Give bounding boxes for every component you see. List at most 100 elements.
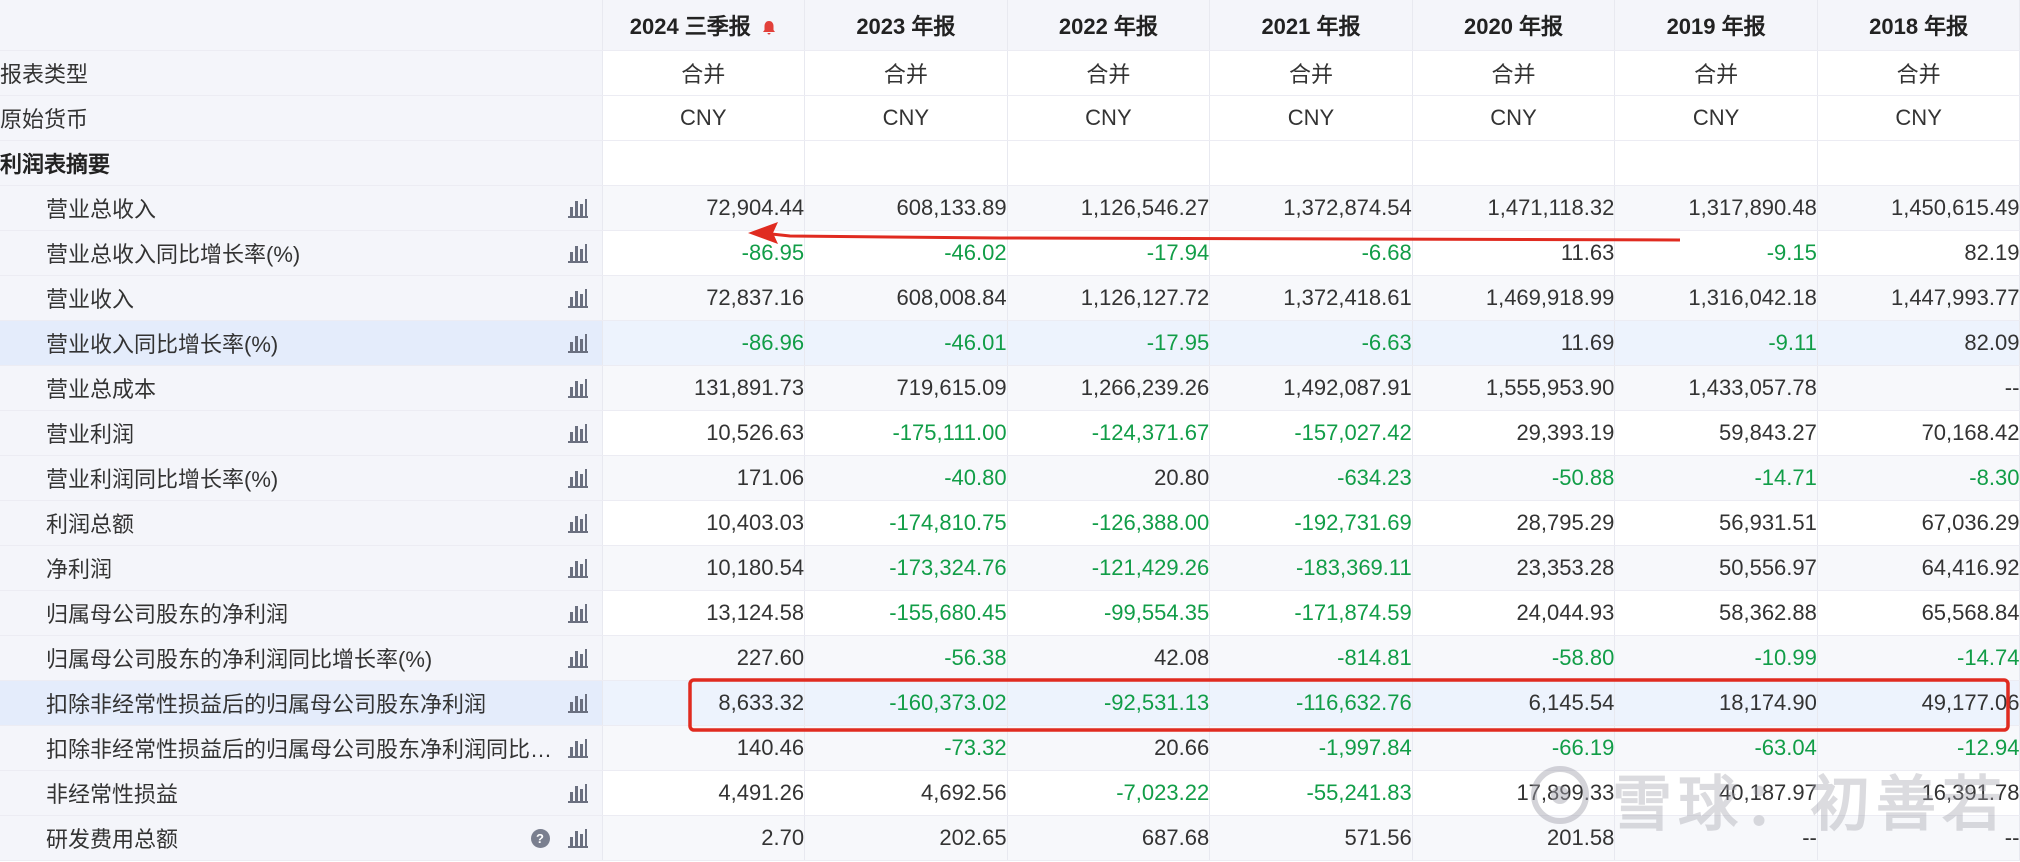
bar-chart-icon[interactable]: [567, 828, 588, 848]
column-header-label: 2018 年报: [1869, 13, 1969, 39]
table-row: 营业总成本 131,891.73 719,615.09 1,266,239.26 1,4…: [0, 365, 2020, 411]
row-label: 营业总收入同比增长率(%): [46, 241, 301, 267]
table-row: 报表类型 合并 合并 合并 合并 合并 合并 合并: [0, 50, 2020, 96]
row-label-cell: 利润总额: [0, 500, 603, 546]
table-row: 营业收入同比增长率(%) -86.96 -46.01 -17.95 -6.63 11.69…: [0, 320, 2020, 366]
value-cell: 67,036.29: [1817, 500, 2020, 546]
column-header[interactable]: 2019 年报: [1614, 0, 1818, 51]
value-cell: -124,371.67: [1007, 410, 1211, 456]
value-cell: -634.23: [1209, 455, 1413, 501]
value-cell: 608,008.84: [804, 275, 1008, 321]
row-label-cell: 研发费用总额?: [0, 815, 603, 861]
row-label-cell: 营业利润同比增长率(%): [0, 455, 603, 501]
row-label: 归属母公司股东的净利润同比增长率(%): [46, 646, 433, 672]
bar-chart-icon[interactable]: [567, 513, 588, 533]
value-cell: 23,353.28: [1412, 545, 1616, 591]
value-cell: 1,447,993.77: [1817, 275, 2020, 321]
column-header[interactable]: 2023 年报: [804, 0, 1008, 51]
column-header[interactable]: 2022 年报: [1007, 0, 1211, 51]
value-cell: -126,388.00: [1007, 500, 1211, 546]
bell-icon[interactable]: [761, 20, 777, 36]
bar-chart-icon[interactable]: [567, 423, 588, 443]
value-cell: 1,450,615.49: [1817, 185, 2020, 231]
bar-chart-icon[interactable]: [567, 243, 588, 263]
value-cell: 13,124.58: [602, 590, 806, 636]
value-cell: 82.09: [1817, 320, 2020, 366]
column-header-label: 2021 年报: [1261, 13, 1361, 39]
table-row: 扣除非经常性损益后的归属母公司股东净利润 8,633.32 -160,373.02-…: [0, 680, 2020, 726]
help-icon[interactable]: ?: [530, 828, 550, 848]
bar-chart-icon[interactable]: [567, 468, 588, 488]
row-label-cell: 净利润: [0, 545, 603, 591]
value-cell: 50,556.97: [1614, 545, 1818, 591]
value-cell: 1,372,874.54: [1209, 185, 1413, 231]
value-cell: 合并: [1007, 50, 1211, 96]
column-header-label: 2024 三季报: [629, 13, 751, 39]
bar-chart-icon[interactable]: [567, 378, 588, 398]
column-header-label: 2023 年报: [856, 13, 956, 39]
row-label: 利润总额: [46, 511, 135, 537]
bar-chart-icon[interactable]: [567, 783, 588, 803]
value-cell: 131,891.73: [602, 365, 806, 411]
value-cell: -157,027.42: [1209, 410, 1413, 456]
value-cell: 64,416.92: [1817, 545, 2020, 591]
value-cell: [602, 140, 806, 186]
value-cell: -40.80: [804, 455, 1008, 501]
value-cell: 82.19: [1817, 230, 2020, 276]
row-label: 营业利润: [46, 421, 135, 447]
bar-chart-icon[interactable]: [567, 603, 588, 623]
value-cell: 1,126,546.27: [1007, 185, 1211, 231]
value-cell: -9.11: [1614, 320, 1818, 366]
column-header[interactable]: 2018 年报: [1817, 0, 2020, 51]
value-cell: 58,362.88: [1614, 590, 1818, 636]
value-cell: 合并: [1614, 50, 1818, 96]
snowball-logo: [1531, 766, 1589, 824]
watermark-text: 雪球：初善若: [1612, 771, 2008, 838]
value-cell: -173,324.76: [804, 545, 1008, 591]
row-label: 原始货币: [0, 106, 89, 132]
value-cell: -183,369.11: [1209, 545, 1413, 591]
value-cell: 65,568.84: [1817, 590, 2020, 636]
header-corner: [0, 0, 603, 51]
table-row: 归属母公司股东的净利润 13,124.58 -155,680.45 -99,554.3…: [0, 590, 2020, 636]
value-cell: CNY: [1817, 95, 2020, 141]
value-cell: [1817, 140, 2020, 186]
column-header[interactable]: 2024 三季报: [602, 0, 806, 51]
value-cell: 合并: [1209, 50, 1413, 96]
row-label: 营业总收入: [46, 196, 157, 222]
value-cell: -121,429.26: [1007, 545, 1211, 591]
row-label-cell: 营业收入同比增长率(%): [0, 320, 603, 366]
value-cell: 687.68: [1007, 815, 1211, 861]
column-header-label: 2019 年报: [1666, 13, 1766, 39]
value-cell: -192,731.69: [1209, 500, 1413, 546]
value-cell: -160,373.02: [804, 680, 1008, 726]
value-cell: 1,317,890.48: [1614, 185, 1818, 231]
bar-chart-icon[interactable]: [567, 738, 588, 758]
row-label-cell: 营业收入: [0, 275, 603, 321]
bar-chart-icon[interactable]: [567, 288, 588, 308]
value-cell: 72,904.44: [602, 185, 806, 231]
value-cell: [1007, 140, 1211, 186]
value-cell: 1,266,239.26: [1007, 365, 1211, 411]
value-cell: 合并: [602, 50, 806, 96]
column-header[interactable]: 2021 年报: [1209, 0, 1413, 51]
bar-chart-icon[interactable]: [567, 648, 588, 668]
row-label: 营业收入: [46, 286, 135, 312]
bar-chart-icon[interactable]: [567, 693, 588, 713]
row-label: 报表类型: [0, 61, 89, 87]
column-header-label: 2020 年报: [1464, 13, 1564, 39]
value-cell: 608,133.89: [804, 185, 1008, 231]
bar-chart-icon[interactable]: [567, 333, 588, 353]
bar-chart-icon[interactable]: [567, 198, 588, 218]
row-label-cell: 利润表摘要: [0, 140, 603, 186]
row-label-cell: 营业总收入同比增长率(%): [0, 230, 603, 276]
value-cell: 10,526.63: [602, 410, 806, 456]
bar-chart-icon[interactable]: [567, 558, 588, 578]
column-header[interactable]: 2020 年报: [1412, 0, 1616, 51]
value-cell: 28,795.29: [1412, 500, 1616, 546]
value-cell: 8,633.32: [602, 680, 806, 726]
value-cell: -50.88: [1412, 455, 1616, 501]
table-row: 归属母公司股东的净利润同比增长率(%) 227.60 -56.38 42.08 -814…: [0, 635, 2020, 681]
value-cell: -10.99: [1614, 635, 1818, 681]
value-cell: 11.63: [1412, 230, 1616, 276]
